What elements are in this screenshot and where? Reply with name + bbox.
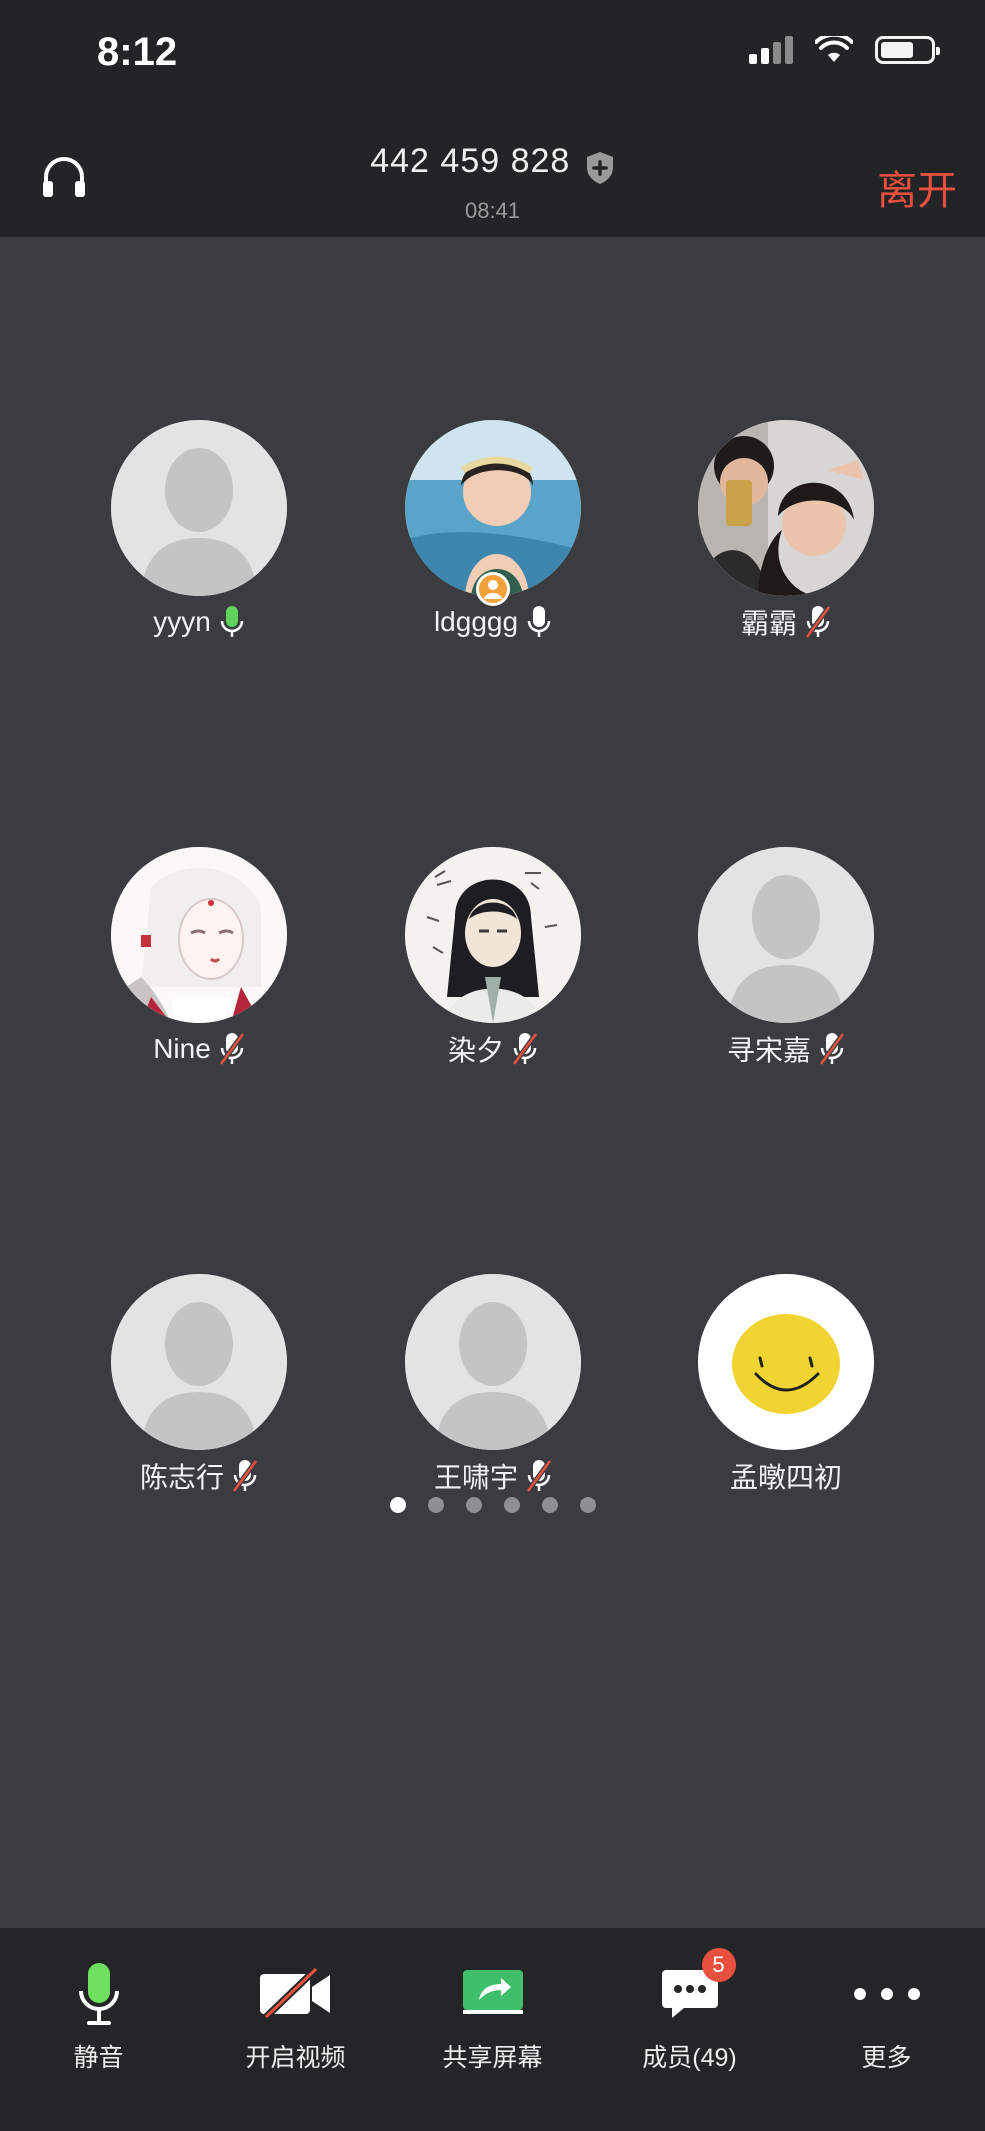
video-off-icon [259,1967,330,2020]
avatar [698,1274,874,1450]
page-dot[interactable] [427,1497,444,1513]
participant-name-row: Nine [74,1029,324,1069]
microphone-muted-icon [512,1032,538,1066]
page-indicator[interactable] [0,1497,985,1513]
share-screen-label: 共享屏幕 [442,2044,543,2072]
microphone-icon [527,606,551,637]
meeting-header: 442 459 828 08:41 离开 [0,110,985,237]
microphone-muted-icon [526,1459,552,1493]
avatar [111,420,287,596]
avatar [111,1274,287,1450]
avatar [405,420,581,596]
meeting-id-row[interactable]: 442 459 828 [0,142,985,185]
participant-name: ldgggg [433,606,519,637]
share-screen-icon [462,1970,523,2014]
shield-icon [586,151,613,184]
start-video-label: 开启视频 [245,2044,346,2072]
participant-tile[interactable]: 王啸宇 [368,1274,618,1496]
wifi-icon [815,36,853,62]
participant-tile[interactable]: 霸霸 [661,420,911,642]
status-icons [749,36,940,64]
more-icon [853,1988,920,2000]
participant-name: 孟暾四初 [729,1462,842,1493]
participant-name: Nine [153,1033,211,1064]
participant-name-row: ldgggg [368,602,618,642]
more-button[interactable]: 更多 [797,1958,977,2074]
start-video-button[interactable]: 开启视频 [206,1958,386,2074]
status-time: 8:12 [97,30,178,74]
cellular-signal-icon [749,36,793,64]
participant-tile[interactable]: 孟暾四初 [661,1274,911,1496]
participant-tile[interactable]: Nine [74,847,324,1069]
bottom-toolbar: 静音 开启视频 共享屏幕 5 成员(49) 更多 [0,1928,985,2131]
participant-tile[interactable]: yyyn [74,420,324,642]
mute-label: 静音 [73,2044,124,2072]
participant-name: 王啸宇 [433,1462,518,1493]
page-dot[interactable] [541,1497,558,1513]
microphone-muted-icon [805,605,831,639]
page-dot[interactable] [465,1497,482,1513]
participant-name: 寻宋嘉 [726,1035,811,1066]
participant-tile[interactable]: 染夕 [368,847,618,1069]
participant-name-row: yyyn [74,602,324,642]
microphone-icon [78,1963,119,2025]
microphone-muted-icon [218,1032,245,1066]
participant-name-row: 陈志行 [74,1456,324,1496]
participant-tile[interactable]: 陈志行 [74,1274,324,1496]
avatar [405,847,581,1023]
avatar [698,420,874,596]
participant-name: 霸霸 [740,608,797,639]
avatar [698,847,874,1023]
members-label: 成员(49) [642,2044,737,2072]
mute-button[interactable]: 静音 [9,1958,189,2074]
participant-name-row: 孟暾四初 [661,1456,911,1496]
participant-name: 陈志行 [139,1462,224,1493]
meeting-id: 442 459 828 [370,142,571,180]
page-dot[interactable] [579,1497,596,1513]
microphone-muted-icon [232,1459,258,1493]
leave-button[interactable]: 离开 [877,158,957,216]
share-screen-button[interactable]: 共享屏幕 [403,1958,583,2074]
participant-name-row: 王啸宇 [368,1456,618,1496]
status-bar: 8:12 [0,0,985,110]
microphone-active-icon [220,606,244,637]
microphone-muted-icon [819,1032,845,1066]
members-button[interactable]: 5 成员(49) [600,1948,780,2074]
page-dot[interactable] [389,1497,406,1513]
host-badge-icon [476,572,510,606]
avatar [111,847,287,1023]
more-label: 更多 [861,2044,912,2072]
battery-icon [875,36,940,64]
members-badge: 5 [701,1948,736,1982]
page-dot[interactable] [503,1497,520,1513]
participant-name-row: 寻宋嘉 [661,1029,911,1069]
participant-tile[interactable]: 寻宋嘉 [661,847,911,1069]
avatar [405,1274,581,1450]
participant-name: yyyn [153,606,211,637]
participant-name-row: 染夕 [368,1029,618,1069]
participant-tile[interactable]: ldgggg [368,420,618,642]
participant-name-row: 霸霸 [661,602,911,642]
participant-name: 染夕 [447,1035,504,1066]
meeting-duration: 08:41 [464,198,521,223]
